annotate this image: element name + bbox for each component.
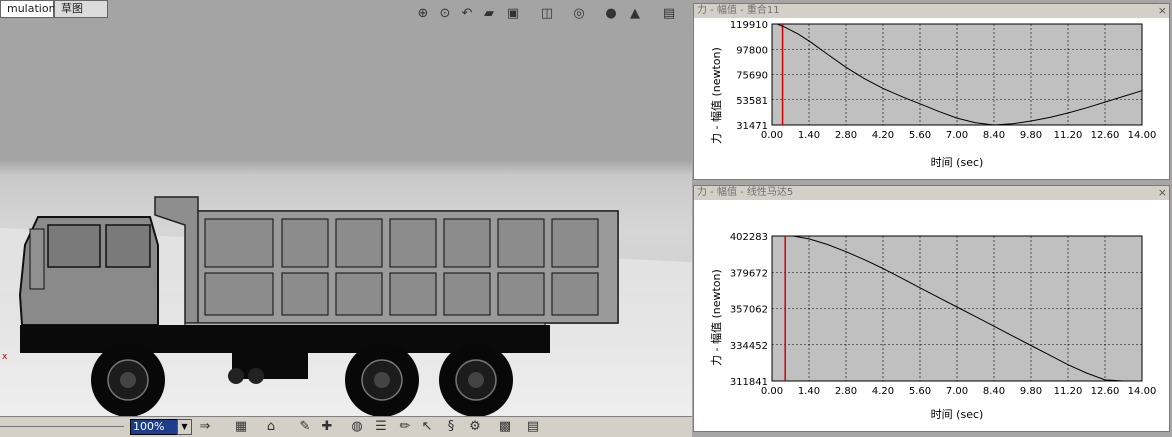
display-style-icon[interactable]: ◫ <box>538 6 556 22</box>
dump-truck-model[interactable]: x <box>0 185 640 416</box>
force-plot-1: 0.00 1.40 2.80 4.20 5.60 7.00 8.40 9.80 11.20 12.… <box>730 20 1157 141</box>
pencil-icon[interactable]: ✏ <box>396 418 414 436</box>
x-axis-label: 时间 (sec) <box>930 156 984 169</box>
3d-view-icon[interactable]: ◍ <box>348 418 366 436</box>
plot-window-2[interactable]: 力 - 幅值 - 线性马达5 × 0.00 1.40 2.80 4.20 5.60 7.0… <box>693 185 1170 432</box>
x-tick-label: 7.00 <box>946 386 968 397</box>
view-settings-icon[interactable]: ▤ <box>660 6 678 22</box>
chevron-down-icon[interactable]: ▼ <box>177 419 192 435</box>
x-tick-label: 14.00 <box>1128 130 1157 141</box>
tab-sketch[interactable]: 草图 <box>54 0 108 18</box>
x-tick-label: 11.20 <box>1054 130 1083 141</box>
y-tick-label: 334452 <box>730 341 768 352</box>
x-tick-label: 7.00 <box>946 130 968 141</box>
x-tick-label: 8.40 <box>983 130 1005 141</box>
x-tick-label: 2.80 <box>835 386 857 397</box>
wheel-front <box>91 343 165 416</box>
previous-view-icon[interactable]: ↶ <box>458 6 476 22</box>
y-tick-label: 357062 <box>730 305 768 316</box>
edit-appearance-icon[interactable]: ● <box>602 6 620 22</box>
x-tick-label: 12.60 <box>1091 386 1120 397</box>
x-tick-label: 4.20 <box>872 130 894 141</box>
x-axis-label: 时间 (sec) <box>930 408 984 421</box>
pointer-icon[interactable]: ↖ <box>418 418 436 436</box>
y-tick-label: 119910 <box>730 20 768 31</box>
zoom-to-fit-icon[interactable]: ⊕ <box>414 6 432 22</box>
wheel-middle <box>345 343 419 416</box>
zoom-input[interactable]: 100% <box>130 419 180 435</box>
x-tick-label: 1.40 <box>798 130 820 141</box>
save-icon[interactable]: ▦ <box>232 418 250 436</box>
wheel-rear <box>439 343 513 416</box>
y-tick-label: 311841 <box>730 377 768 388</box>
add-component-icon[interactable]: ✚ <box>318 418 336 436</box>
x-tick-label: 5.60 <box>909 386 931 397</box>
y-tick-label: 402283 <box>730 232 768 243</box>
list-icon[interactable]: ☰ <box>372 418 390 436</box>
gear-icon[interactable]: ⚙ <box>466 418 484 436</box>
plot-window-1[interactable]: 力 - 幅值 - 重合11 × 0.00 1.40 2.80 4.20 5.60 7.00… <box>693 3 1170 180</box>
graphics-viewport[interactable]: mulation 草图 ⊕ ⊙ ↶ ▰ ▣ ◫ ◎ ● ▲ ▤ x <box>0 0 692 416</box>
tab-motion-study[interactable]: mulation <box>0 0 56 18</box>
y-tick-label: 75690 <box>736 71 768 82</box>
hide-show-icon[interactable]: ◎ <box>570 6 588 22</box>
scene-icon[interactable]: ▲ <box>626 6 644 22</box>
x-tick-label: 9.80 <box>1020 130 1042 141</box>
zoom-area-icon[interactable]: ⊙ <box>436 6 454 22</box>
y-tick-label: 97800 <box>736 45 768 56</box>
x-tick-label: 1.40 <box>798 386 820 397</box>
force-plot-2: 0.00 1.40 2.80 4.20 5.60 7.00 8.40 9.80 11.20 12.… <box>730 232 1157 397</box>
results-icon[interactable]: ▤ <box>524 418 542 436</box>
x-tick-label: 5.60 <box>909 130 931 141</box>
y-tick-label: 53581 <box>736 96 768 107</box>
x-tick-label: 12.60 <box>1091 130 1120 141</box>
motion-study-icon[interactable]: ✎ <box>296 418 314 436</box>
x-tick-label: 14.00 <box>1128 386 1157 397</box>
y-axis-label: 力 - 幅值 (newton) <box>710 47 723 144</box>
motion-manager-toolbar: 100% ▼ ⇒ ▦ ⌂ ✎ ✚ ◍ ☰ ✏ ↖ § ⚙ ▩ ▤ <box>0 416 692 437</box>
section-view-icon[interactable]: ▰ <box>480 6 498 22</box>
x-tick-label: 9.80 <box>1020 386 1042 397</box>
x-tick-label: 4.20 <box>872 386 894 397</box>
x-tick-label: 2.80 <box>835 130 857 141</box>
x-tick-label: 8.40 <box>983 386 1005 397</box>
y-tick-label: 379672 <box>730 268 768 279</box>
arrow-right-icon[interactable]: ⇒ <box>196 418 214 436</box>
timeline-slider[interactable] <box>0 426 124 427</box>
x-tick-label: 11.20 <box>1054 386 1083 397</box>
y-axis-label: 力 - 幅值 (newton) <box>710 269 723 366</box>
y-tick-label: 31471 <box>736 121 768 132</box>
calculate-icon[interactable]: ▩ <box>496 418 514 436</box>
view-orientation-icon[interactable]: ▣ <box>504 6 522 22</box>
home-icon[interactable]: ⌂ <box>262 418 280 436</box>
spring-icon[interactable]: § <box>442 418 460 436</box>
svg-text:x: x <box>2 352 8 362</box>
